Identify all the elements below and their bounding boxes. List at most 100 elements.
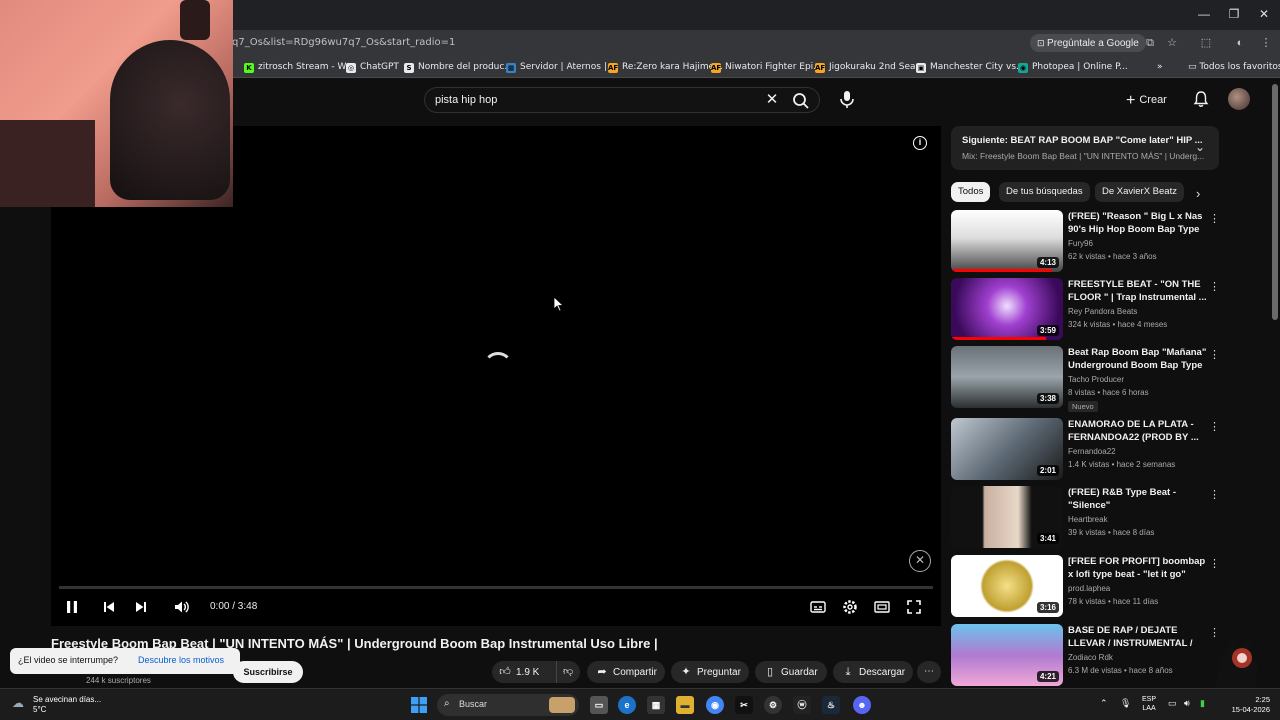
network-icon[interactable]: ▭ [1168, 698, 1177, 709]
bookmark-item[interactable]: S Nombre del produc... [404, 60, 513, 74]
settings-gear-icon[interactable] [841, 598, 859, 616]
avatar[interactable] [1228, 88, 1250, 110]
language-indicator[interactable]: ESP LAA [1142, 695, 1156, 713]
recommendation-title[interactable]: BASE DE RAP / DEJATE LLEVAR / INSTRUMENT… [1068, 624, 1208, 651]
more-options-icon[interactable]: ⋮ [1209, 348, 1220, 362]
more-options-icon[interactable]: ⋮ [1209, 280, 1220, 294]
theater-mode-icon[interactable] [873, 598, 891, 616]
discord-icon[interactable]: ☻ [853, 696, 871, 714]
more-options-icon[interactable]: ⋮ [1209, 420, 1220, 434]
recommendation-title[interactable]: [FREE FOR PROFIT] boombap x lofi type be… [1068, 555, 1208, 581]
steam-alt-icon[interactable]: ⚙ [764, 696, 782, 714]
bookmark-item[interactable]: ▣ Manchester City vs... [916, 60, 1025, 74]
file-explorer-icon[interactable]: ▬ [676, 696, 694, 714]
bookmark-item[interactable]: AF Jigokuraku 2nd Sea... [815, 60, 924, 74]
more-options-icon[interactable]: ⋮ [1209, 212, 1220, 226]
recommendation-channel[interactable]: prod.laphea [1068, 584, 1110, 593]
progress-bar[interactable] [59, 586, 933, 589]
learn-why-link[interactable]: Descubre los motivos [138, 655, 224, 665]
info-icon[interactable]: i [913, 136, 927, 150]
create-button[interactable]: + Crear [1126, 90, 1167, 110]
video-thumbnail[interactable]: 3:38 [951, 346, 1063, 408]
chip-from-searches[interactable]: De tus búsquedas [999, 182, 1090, 202]
fullscreen-icon[interactable] [905, 598, 923, 616]
recommendation-channel[interactable]: Heartbreak [1068, 515, 1108, 524]
search-icon[interactable] [791, 91, 811, 111]
install-app-icon[interactable]: ⧉ [1142, 35, 1158, 51]
more-options-icon[interactable]: ⋮ [1209, 488, 1220, 502]
recommendation-channel[interactable]: Rey Pandora Beats [1068, 307, 1137, 316]
video-thumbnail[interactable]: 4:13 [951, 210, 1063, 272]
recommendation-title[interactable]: Beat Rap Boom Bap "Mañana" Underground B… [1068, 346, 1208, 373]
url-field[interactable]: q7_Os&list=RDg96wu7q7_Os&start_radio=1 [232, 37, 455, 48]
voice-search-icon[interactable] [836, 88, 858, 110]
recommendation-title[interactable]: (FREE) "Reason " Big L x Nas 90's Hip Ho… [1068, 210, 1208, 237]
subtitles-icon[interactable] [809, 598, 827, 616]
search-input[interactable]: pista hip hop [435, 94, 497, 106]
save-button[interactable]: ▯ Guardar [755, 661, 827, 683]
bookmark-item[interactable]: AF Niwatori Fighter Epi... [711, 60, 822, 74]
more-actions-icon[interactable]: ⋯ [917, 661, 941, 683]
more-options-icon[interactable]: ⋮ [1209, 557, 1220, 571]
pause-icon[interactable] [63, 598, 81, 616]
like-button[interactable]: 👍︎ 1.9 K 👎︎ [492, 661, 580, 683]
recommendation-title[interactable]: ENAMORAO DE LA PLATA - FERNANDOA22 (PROD… [1068, 418, 1208, 444]
bookmark-item[interactable]: ◉ Photopea | Online P... [1018, 60, 1128, 74]
recommendation-title[interactable]: FREESTYLE BEAT - "ON THE FLOOR " | Trap … [1068, 278, 1208, 304]
steam-icon[interactable]: ♨ [822, 696, 840, 714]
notifications-bell-icon[interactable] [1192, 90, 1210, 108]
bookmark-star-icon[interactable]: ☆ [1164, 35, 1180, 51]
ask-button[interactable]: ✦ Preguntar [671, 661, 749, 683]
bookmark-item[interactable]: Kzitrosch Stream - W... [244, 60, 354, 74]
edge-icon[interactable]: e [618, 696, 636, 714]
microphone-tray-icon[interactable]: 🎙︎ [1120, 698, 1131, 709]
windows-start-icon[interactable] [411, 697, 427, 713]
chevron-down-icon[interactable]: ⌄ [1195, 140, 1205, 154]
bookmark-item[interactable]: ▦ Servidor | Aternos |... [506, 60, 615, 74]
recommendation-channel[interactable]: Fernandoa22 [1068, 447, 1116, 456]
chip-from-channel[interactable]: De XavierX Beatz [1095, 182, 1184, 202]
recommendation-item[interactable]: 3:16 [FREE FOR PROFIT] boombap x lofi typ… [951, 555, 1221, 619]
recommendation-channel[interactable]: Zodiaco Rdk [1068, 653, 1113, 662]
recommendation-channel[interactable]: Fury96 [1068, 239, 1093, 248]
video-thumbnail[interactable]: 3:16 [951, 555, 1063, 617]
previous-icon[interactable] [100, 598, 118, 616]
chip-all[interactable]: Todos [951, 182, 991, 202]
obs-icon[interactable]: ⓦ [793, 696, 811, 714]
share-button[interactable]: ➦ Compartir [587, 661, 665, 683]
battery-icon[interactable]: ▮ [1200, 698, 1205, 709]
capcut-icon[interactable]: ✂ [735, 696, 753, 714]
channel-watermark-icon[interactable]: ✕ [909, 550, 931, 572]
chrome-menu-icon[interactable]: ⋮ [1258, 35, 1274, 51]
recommendation-item[interactable]: 3:59 FREESTYLE BEAT - "ON THE FLOOR " | T… [951, 278, 1221, 342]
close-window-icon[interactable]: ✕ [1254, 6, 1274, 22]
search-box[interactable]: pista hip hop ✕ [424, 87, 820, 113]
recommendation-item[interactable]: 4:21 BASE DE RAP / DEJATE LLEVAR / INSTRU… [951, 624, 1221, 688]
video-thumbnail[interactable]: 4:21 [951, 624, 1063, 686]
all-favorites-folder[interactable]: ▭ Todos los favoritos [1188, 60, 1280, 74]
next-icon[interactable] [132, 598, 150, 616]
recommendation-item[interactable]: 4:13 (FREE) "Reason " Big L x Nas 90's Hi… [951, 210, 1221, 274]
volume-tray-icon[interactable]: 🔊︎ [1184, 698, 1190, 709]
bookmark-item[interactable]: ◎ ChatGPT [346, 60, 399, 74]
recommendation-item[interactable]: 3:41 (FREE) R&B Type Beat - "Silence" Hear… [951, 486, 1221, 550]
tray-chevron-icon[interactable]: ⌃ [1100, 698, 1108, 709]
recommendation-item[interactable]: 3:38 Beat Rap Boom Bap "Mañana" Undergrou… [951, 346, 1221, 412]
system-clock[interactable]: 2:25 15-04-2026 [1218, 695, 1270, 715]
video-thumbnail[interactable]: 3:59 [951, 278, 1063, 340]
taskbar-search[interactable]: ⌕ Buscar [437, 694, 579, 716]
dislike-icon[interactable]: 👎︎ [556, 661, 573, 683]
chevron-right-icon[interactable]: › [1196, 186, 1200, 201]
recommendation-item[interactable]: 2:01 ENAMORAO DE LA PLATA - FERNANDOA22 (… [951, 418, 1221, 482]
clear-search-icon[interactable]: ✕ [763, 91, 781, 109]
download-button[interactable]: ⤓ Descargar [833, 661, 913, 683]
more-bookmarks-icon[interactable]: » [1157, 60, 1163, 74]
video-thumbnail[interactable]: 2:01 [951, 418, 1063, 480]
up-next-panel[interactable]: Siguiente: BEAT RAP BOOM BAP "Come later… [951, 126, 1219, 170]
profile-icon[interactable]: ◐ [1232, 35, 1248, 51]
volume-icon[interactable] [172, 598, 190, 616]
bookmark-item[interactable]: AF Re:Zero kara Hajime... [608, 60, 723, 74]
recommendation-title[interactable]: (FREE) R&B Type Beat - "Silence" [1068, 486, 1208, 512]
chrome-icon[interactable]: ◉ [706, 696, 724, 714]
ask-google-button[interactable]: ⊡ Pregúntale a Google [1030, 34, 1146, 52]
